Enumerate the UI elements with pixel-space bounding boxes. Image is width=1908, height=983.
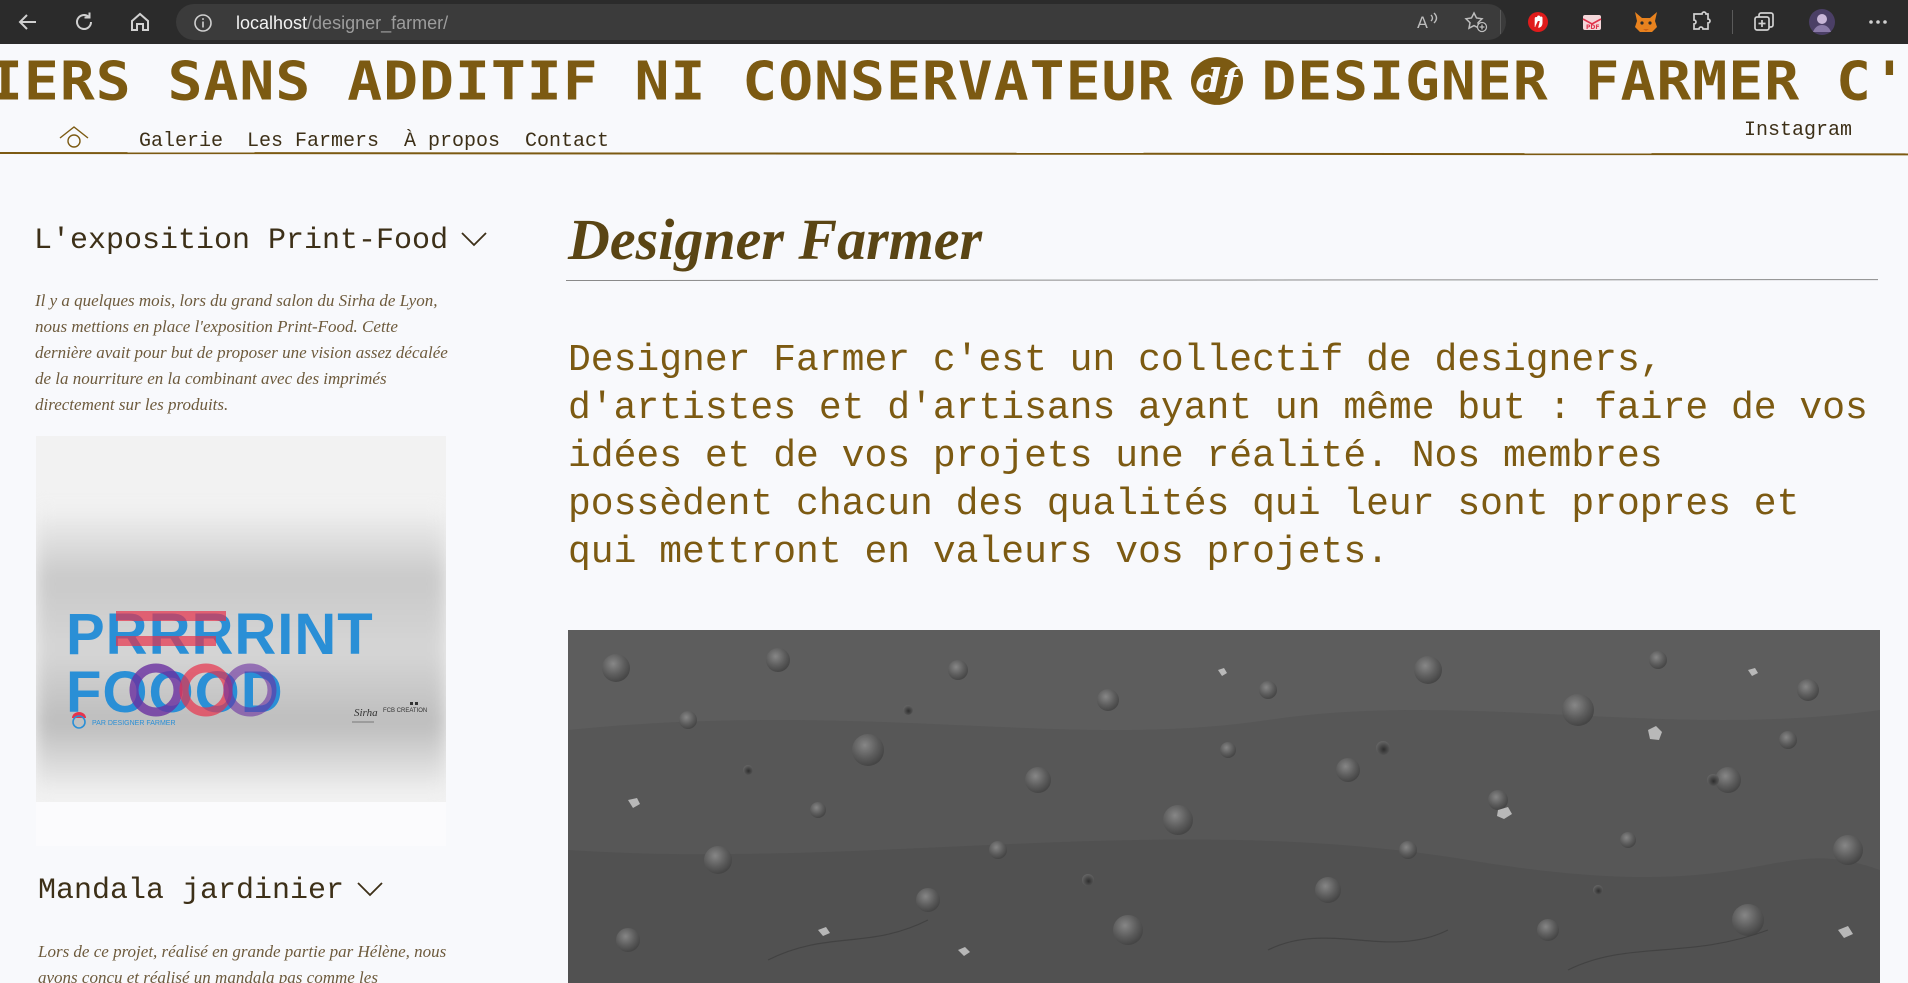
photo-texture — [568, 630, 1880, 983]
read-aloud-icon[interactable]: A — [1412, 6, 1444, 38]
poster-partner-2: FCB CREATION — [383, 708, 427, 714]
favorites-icon[interactable] — [1460, 6, 1492, 38]
title-divider — [565, 279, 1878, 281]
site-info-icon[interactable] — [194, 14, 212, 36]
section-mandala-toggle[interactable]: Mandala jardinier — [38, 874, 384, 908]
banner-text: IERS SANS ADDITIF NI CONSERVATEUR df DES… — [0, 49, 1908, 113]
nav-contact[interactable]: Contact — [525, 130, 609, 153]
poster-partner-1: Sirha — [354, 707, 378, 719]
collections-icon[interactable] — [1748, 6, 1780, 38]
extensions-icon[interactable] — [1686, 6, 1718, 38]
url-text: localhost/designer_farmer/ — [236, 13, 449, 33]
extension-red-icon[interactable] — [1522, 6, 1554, 38]
home-icon[interactable] — [124, 6, 156, 38]
section-title: L'exposition Print-Food — [34, 224, 449, 258]
page-title: Designer Farmer — [568, 207, 983, 272]
back-icon[interactable] — [12, 6, 44, 38]
svg-text:PDF: PDF — [1586, 24, 1599, 31]
poster-tagline: PAR DESIGNER FARMER — [92, 720, 176, 727]
scrolling-banner: IERS SANS ADDITIF NI CONSERVATEUR df DES… — [0, 48, 1908, 114]
print-food-poster[interactable]: PRRRRINT FOOOD PAR DESIGNER FARMER Sirha… — [36, 436, 446, 846]
poster-artwork: PRRRRINT FOOOD PAR DESIGNER FARMER Sirha… — [66, 602, 427, 729]
section-description: Il y a quelques mois, lors du grand salo… — [35, 291, 448, 414]
section-title: Mandala jardinier — [38, 874, 345, 908]
extension-fox-icon[interactable] — [1630, 6, 1662, 38]
banner-text-right: DESIGNER FARMER C'EST UN COLLECTIF D'ART… — [1261, 49, 1908, 113]
nav-galerie[interactable]: Galerie — [139, 130, 223, 153]
toolbar-divider — [1732, 10, 1733, 34]
intro-paragraph: Designer Farmer c'est un collectif de de… — [568, 339, 1868, 574]
nav-divider — [0, 152, 1908, 156]
address-bar[interactable]: localhost/designer_farmer/ — [176, 4, 1506, 40]
toolbar-divider — [1500, 10, 1501, 34]
browser-toolbar: localhost/designer_farmer/ A PDF — [0, 0, 1908, 44]
svg-text:A: A — [1417, 13, 1428, 32]
profile-avatar[interactable] — [1806, 6, 1838, 38]
poster-bottom-margin — [36, 802, 446, 846]
section-print-food-toggle[interactable]: L'exposition Print-Food — [34, 224, 488, 258]
soil-texture-photo — [568, 630, 1880, 983]
chevron-down-icon — [356, 874, 384, 908]
df-logo: df — [1191, 57, 1244, 105]
instagram-link[interactable]: Instagram — [1744, 119, 1852, 142]
refresh-icon[interactable] — [68, 6, 100, 38]
section-description: Lors de ce projet, réalisé en grande par… — [38, 942, 447, 983]
nav-les-farmers[interactable]: Les Farmers — [247, 130, 379, 153]
chevron-down-icon — [460, 224, 488, 258]
extension-pdf-icon[interactable]: PDF — [1576, 6, 1608, 38]
nav-a-propos[interactable]: À propos — [404, 130, 500, 153]
banner-text-left: IERS SANS ADDITIF NI CONSERVATEUR — [0, 49, 1174, 113]
more-icon[interactable] — [1862, 6, 1894, 38]
